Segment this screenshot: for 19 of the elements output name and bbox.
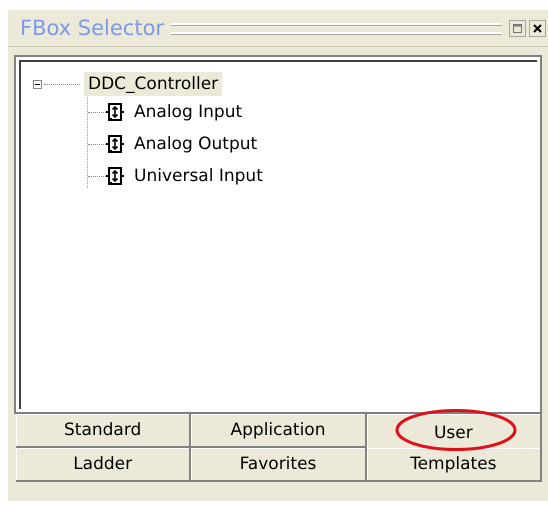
restore-button[interactable] xyxy=(509,20,526,36)
collapse-icon[interactable] xyxy=(33,80,42,88)
tree-item[interactable]: Universal Input xyxy=(130,164,267,188)
tab[interactable]: Favorites xyxy=(191,448,367,482)
tree-item[interactable]: Analog Input xyxy=(130,100,246,124)
window-title: FBox Selector xyxy=(20,16,164,40)
tree-item[interactable]: Analog Output xyxy=(130,132,262,156)
function-block-icon xyxy=(106,166,124,186)
tab[interactable]: Templates xyxy=(366,448,542,482)
tab[interactable]: Ladder xyxy=(16,448,192,482)
tab[interactable]: Standard xyxy=(16,414,192,448)
function-block-icon xyxy=(106,102,124,122)
window-icon xyxy=(512,22,523,34)
function-block-icon xyxy=(106,134,124,154)
tab[interactable]: Application xyxy=(191,414,367,448)
tree-item[interactable]: DDC_Controller xyxy=(84,72,222,96)
tab[interactable]: User xyxy=(366,414,542,448)
close-icon xyxy=(532,22,543,34)
close-button[interactable] xyxy=(529,20,546,36)
